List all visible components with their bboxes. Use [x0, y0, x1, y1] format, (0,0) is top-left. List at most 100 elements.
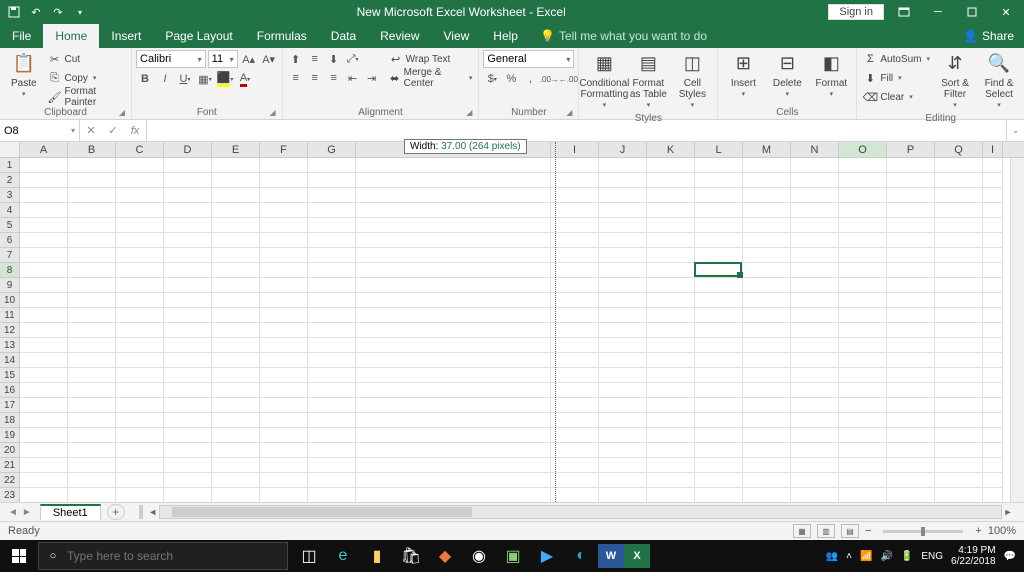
tray-chevron-up-icon[interactable]: ˄ [846, 551, 852, 562]
column-header[interactable]: A [20, 142, 68, 157]
cell[interactable] [20, 278, 68, 293]
ribbon-display-options[interactable] [890, 0, 918, 24]
cell[interactable] [260, 203, 308, 218]
cell[interactable] [164, 323, 212, 338]
cell[interactable] [839, 473, 887, 488]
cell[interactable] [260, 353, 308, 368]
cell[interactable] [356, 218, 551, 233]
cell[interactable] [20, 218, 68, 233]
cell[interactable] [695, 158, 743, 173]
cell[interactable] [839, 218, 887, 233]
cell[interactable] [68, 188, 116, 203]
cell[interactable] [356, 308, 551, 323]
cell[interactable] [20, 323, 68, 338]
cell[interactable] [20, 158, 68, 173]
cell[interactable] [116, 488, 164, 502]
cell[interactable] [356, 263, 551, 278]
cell[interactable] [887, 353, 935, 368]
vertical-scrollbar[interactable] [1010, 158, 1024, 502]
cell[interactable] [164, 188, 212, 203]
cell[interactable] [983, 338, 1003, 353]
cell[interactable] [599, 263, 647, 278]
cell[interactable] [647, 248, 695, 263]
row-header[interactable]: 14 [0, 353, 20, 368]
cell[interactable] [599, 383, 647, 398]
cell[interactable] [695, 218, 743, 233]
share-button[interactable]: 👤 Share [953, 24, 1024, 48]
cell[interactable] [20, 293, 68, 308]
cell[interactable] [164, 413, 212, 428]
tray-people-icon[interactable]: 👥 [826, 551, 838, 562]
cell[interactable] [212, 248, 260, 263]
cell[interactable] [551, 488, 599, 502]
row-header[interactable]: 19 [0, 428, 20, 443]
cell[interactable] [308, 263, 356, 278]
cell[interactable] [260, 398, 308, 413]
decrease-decimal-button[interactable]: ←.00 [559, 70, 577, 88]
cell[interactable] [356, 398, 551, 413]
cell[interactable] [308, 158, 356, 173]
row-header[interactable]: 20 [0, 443, 20, 458]
cell[interactable] [116, 398, 164, 413]
cell[interactable] [116, 323, 164, 338]
cell[interactable] [260, 263, 308, 278]
cell[interactable] [116, 248, 164, 263]
cell[interactable] [551, 233, 599, 248]
start-button[interactable] [0, 540, 38, 572]
cell[interactable] [68, 473, 116, 488]
hscroll-right[interactable]: ► [1002, 507, 1014, 517]
row-header[interactable]: 6 [0, 233, 20, 248]
cell[interactable] [20, 233, 68, 248]
zoom-thumb[interactable] [921, 527, 925, 536]
align-top-button[interactable]: ⬆ [287, 50, 305, 68]
cell[interactable] [356, 473, 551, 488]
cell[interactable] [212, 203, 260, 218]
number-format-combo[interactable]: General▾ [483, 50, 574, 68]
cell[interactable] [695, 173, 743, 188]
tab-data[interactable]: Data [319, 24, 368, 48]
cell[interactable] [887, 413, 935, 428]
cell[interactable] [983, 263, 1003, 278]
cell[interactable] [260, 443, 308, 458]
format-as-table-button[interactable]: ▤Format as Table▾ [627, 50, 669, 112]
cell[interactable] [791, 458, 839, 473]
cell[interactable] [116, 368, 164, 383]
cell[interactable] [20, 368, 68, 383]
cell[interactable] [695, 233, 743, 248]
cell[interactable] [551, 293, 599, 308]
sheet-nav-next[interactable]: ► [22, 507, 32, 518]
cell[interactable] [695, 293, 743, 308]
cell[interactable] [695, 488, 743, 502]
row-header[interactable]: 15 [0, 368, 20, 383]
cell[interactable] [116, 443, 164, 458]
row-header[interactable]: 23 [0, 488, 20, 502]
cell[interactable] [647, 158, 695, 173]
sheet-nav-prev[interactable]: ◄ [8, 507, 18, 518]
cell[interactable] [791, 443, 839, 458]
cell[interactable] [599, 488, 647, 502]
cell[interactable] [20, 308, 68, 323]
cell[interactable] [647, 233, 695, 248]
cell[interactable] [260, 383, 308, 398]
tray-notifications-icon[interactable]: 💬 [1004, 551, 1016, 562]
dialog-launcher-icon[interactable]: ◢ [270, 108, 276, 117]
row-header[interactable]: 8 [0, 263, 20, 278]
cell[interactable] [695, 413, 743, 428]
tab-help[interactable]: Help [481, 24, 530, 48]
cell[interactable] [164, 473, 212, 488]
cell[interactable] [935, 488, 983, 502]
cell[interactable] [887, 188, 935, 203]
cell[interactable] [212, 413, 260, 428]
cell[interactable] [260, 473, 308, 488]
fill-button[interactable]: ⬇Fill▾ [861, 69, 932, 87]
cell[interactable] [887, 383, 935, 398]
cell[interactable] [887, 398, 935, 413]
cell[interactable] [743, 308, 791, 323]
cell[interactable] [599, 323, 647, 338]
cell[interactable] [356, 188, 551, 203]
cell[interactable] [743, 293, 791, 308]
row-header[interactable]: 11 [0, 308, 20, 323]
cell[interactable] [164, 383, 212, 398]
tab-file[interactable]: File [0, 24, 43, 48]
cell[interactable] [935, 308, 983, 323]
